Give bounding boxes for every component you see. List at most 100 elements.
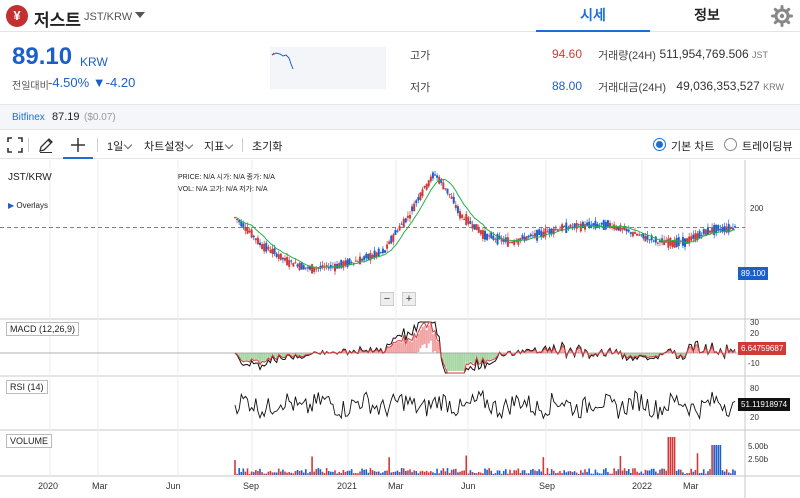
candle-body <box>454 205 457 208</box>
candle-body <box>598 225 601 227</box>
volume-bar <box>619 456 622 475</box>
candle-body <box>717 225 720 231</box>
volume-bar <box>461 470 463 475</box>
interval-select[interactable]: 1일 <box>107 138 133 154</box>
volume-bar <box>671 437 674 475</box>
volume-bar <box>638 472 640 475</box>
candle-body <box>392 234 395 242</box>
candle-body <box>375 252 378 257</box>
macd-histogram-bar <box>398 341 401 353</box>
volume-bar <box>705 473 707 475</box>
candle-body <box>625 228 628 232</box>
candle-body <box>406 215 409 218</box>
volume-bar <box>405 470 407 475</box>
basic-chart-radio[interactable] <box>653 138 666 151</box>
volume-bar <box>715 445 718 475</box>
volume-bar <box>371 470 374 475</box>
crosshair-icon[interactable] <box>69 136 87 154</box>
macd-histogram-bar <box>400 342 403 353</box>
candle-body <box>371 254 374 259</box>
candle-body <box>265 242 268 252</box>
candle-body <box>450 196 453 199</box>
macd-histogram-bar <box>448 353 451 371</box>
volume-bar <box>361 468 363 475</box>
candle-body <box>629 232 632 234</box>
fullscreen-icon[interactable] <box>6 136 24 154</box>
volume-bar <box>696 453 699 475</box>
chart-settings-menu[interactable]: 차트설정 <box>144 138 194 154</box>
exchange-name[interactable]: Bitfinex <box>12 112 45 123</box>
gear-icon[interactable] <box>770 4 794 28</box>
volume-bar <box>555 473 557 475</box>
volume-bar <box>407 470 409 475</box>
volume-bar <box>259 468 261 475</box>
candle-body <box>409 214 411 219</box>
volume-bar <box>482 473 484 475</box>
candle-body <box>288 260 291 267</box>
price-chart-svg[interactable] <box>0 160 800 498</box>
overlays-toggle[interactable]: ▶ Overlays <box>8 200 48 211</box>
volume-value: 511,954,769.506 JST <box>618 47 768 61</box>
volume-bar <box>467 473 470 475</box>
coin-dropdown-chevron-icon[interactable] <box>135 12 145 18</box>
candle-body <box>427 180 430 187</box>
candle-body <box>698 230 701 238</box>
volume-bar <box>527 473 530 475</box>
candle-body <box>600 222 603 225</box>
rsi-pane-label: RSI (14) <box>6 380 48 394</box>
volume-bar <box>392 471 395 475</box>
candle-body <box>690 236 693 241</box>
volume-bar <box>373 471 376 475</box>
time-axis-label: Mar <box>683 481 699 491</box>
volume-bar <box>682 472 684 475</box>
candle-body <box>463 218 466 220</box>
tradingview-radio[interactable] <box>724 138 737 151</box>
volume-bar <box>469 470 472 475</box>
macd-histogram-bar <box>490 353 493 360</box>
volume-bar <box>427 472 430 475</box>
candle-body <box>711 227 714 233</box>
volume-bar <box>346 470 349 475</box>
volume-bar <box>496 470 499 475</box>
macd-histogram-bar <box>411 341 414 353</box>
candle-body <box>279 253 282 260</box>
volume-bar <box>690 468 693 475</box>
pencil-icon[interactable] <box>37 136 55 154</box>
volume-bar <box>382 472 384 475</box>
macd-histogram-bar <box>486 353 489 360</box>
toolbar-divider <box>28 138 29 152</box>
macd-histogram-bar <box>242 353 245 361</box>
volume-bar <box>380 473 382 475</box>
candle-body <box>565 222 568 233</box>
zoom-out-button[interactable]: − <box>380 292 394 306</box>
chart-toolbar: 1일 차트설정 지표 초기화 기본 차트 트레이딩뷰 <box>0 131 800 159</box>
volume-bar <box>267 471 270 475</box>
volume-bar <box>598 473 601 475</box>
candle-body <box>640 234 643 236</box>
basic-chart-label[interactable]: 기본 차트 <box>671 138 715 154</box>
tradingview-label[interactable]: 트레이딩뷰 <box>742 138 793 154</box>
volume-bar <box>498 470 501 475</box>
indicators-menu[interactable]: 지표 <box>204 138 234 154</box>
zoom-in-button[interactable]: + <box>402 292 416 306</box>
candle-body <box>242 223 245 228</box>
chart-area[interactable]: JST/KRW ▶ Overlays PRICE: N/A 시가: N/A 종가… <box>0 160 800 498</box>
volume-bar <box>732 469 734 475</box>
tab-info[interactable]: 정보 <box>650 0 764 32</box>
candle-body <box>621 228 624 230</box>
candle-body <box>538 229 541 236</box>
candle-body <box>396 230 399 232</box>
macd-histogram-bar <box>465 353 468 363</box>
volume-bar <box>684 473 686 475</box>
reset-button[interactable]: 초기화 <box>252 138 282 154</box>
macd-histogram-bar <box>250 353 253 358</box>
volume-bar <box>311 456 313 475</box>
tab-market[interactable]: 시세 <box>536 0 650 32</box>
candle-body <box>292 262 295 267</box>
volume-bar <box>640 471 643 475</box>
ohlc-line-1: PRICE: N/A 시가: N/A 종가: N/A <box>178 174 275 181</box>
candle-body <box>623 227 626 231</box>
volume-bar <box>340 473 343 475</box>
volume-bar <box>444 471 447 475</box>
candle-body <box>365 253 368 259</box>
